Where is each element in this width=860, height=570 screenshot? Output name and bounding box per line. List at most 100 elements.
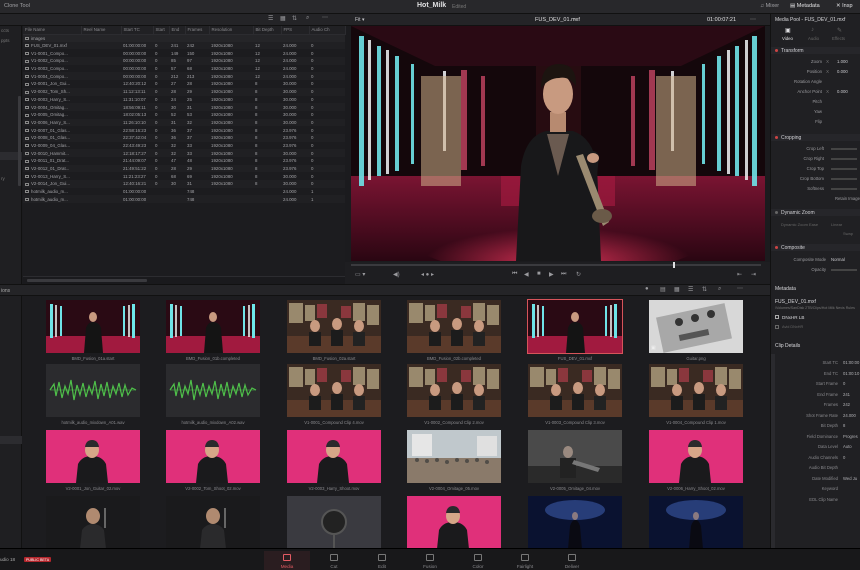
page-tab-color[interactable]: Color <box>455 551 501 570</box>
table-horizontal-scrollbar[interactable] <box>23 276 345 284</box>
page-tab-fairlight[interactable]: Fairlight <box>502 551 548 570</box>
clip-thumbnail[interactable] <box>166 300 260 353</box>
search-icon[interactable]: ⌕ <box>306 15 309 22</box>
effects-tab-icon[interactable]: ✎ <box>837 27 842 34</box>
mark-out-icon[interactable]: ⇥ <box>751 271 756 278</box>
sort-icon[interactable]: ⇅ <box>292 15 297 22</box>
inspector-tab[interactable]: ✕ Insp <box>836 3 853 9</box>
transform-value-field[interactable]: 1.000 <box>837 59 848 64</box>
dynamic-zoom-section[interactable]: Dynamic Zoom <box>771 209 860 216</box>
retain-image-checkbox[interactable]: Retain Image <box>835 196 860 201</box>
clip-thumbnail[interactable] <box>407 300 501 353</box>
tab-audio[interactable]: Audio <box>808 36 819 41</box>
table-row[interactable]: V2-0004_Omitag... 18:56:09:11 0 30 31 1920x10… <box>23 103 345 111</box>
metadata-tab[interactable]: ▤ Metadata <box>790 3 820 9</box>
clip-thumbnail[interactable] <box>527 299 623 354</box>
clip-thumbnail[interactable] <box>287 300 381 353</box>
table-row[interactable]: V2-0011_01_Drat... 21:44:09:07 0 47 48 1920x1… <box>23 157 345 165</box>
list-view-icon[interactable]: ☰ <box>688 286 693 293</box>
viewer-options-chevron-icon[interactable]: ▾ <box>574 17 577 23</box>
metadata-field-value[interactable]: 24.000 <box>843 413 856 418</box>
tab-effects[interactable]: Effects <box>832 36 845 41</box>
clip-thumbnail[interactable] <box>46 364 140 417</box>
clip-thumbnail[interactable] <box>649 430 743 483</box>
metadata-scrollbar[interactable] <box>771 354 775 554</box>
viewer-layout-icon[interactable]: ▭ ▾ <box>355 271 365 278</box>
clip-thumbnail[interactable] <box>407 364 501 417</box>
go-to-start-icon[interactable]: ⏮ <box>512 271 517 278</box>
page-tab-media[interactable]: Media <box>264 551 310 570</box>
play-reverse-icon[interactable]: ◀ <box>524 271 529 278</box>
table-row[interactable]: V2-0007_01_Glas... 22:58:16:23 0 36 37 1920x1… <box>23 126 345 134</box>
transform-section[interactable]: Transform <box>771 47 860 54</box>
pool-bin-selected[interactable] <box>0 436 22 444</box>
table-row[interactable]: images <box>23 34 345 42</box>
volume-icon[interactable]: ◀) <box>393 271 400 278</box>
bin-item[interactable]: ppts <box>1 38 10 43</box>
column-header[interactable]: Start <box>153 26 170 35</box>
tab-video[interactable]: Video <box>782 36 793 41</box>
column-header[interactable]: FPS <box>281 26 310 35</box>
clone-tool-label[interactable]: Clone Tool <box>4 3 30 9</box>
clip-thumbnail[interactable] <box>528 364 622 417</box>
page-tab-deliver[interactable]: Deliver <box>549 551 595 570</box>
crop-slider[interactable] <box>831 148 857 150</box>
sidebar-scrollbar[interactable] <box>18 96 21 186</box>
table-row[interactable]: V2-0001_Jon_Gui... 12:40:20:12 0 27 28 1920x1… <box>23 80 345 88</box>
metadata-field-value[interactable]: 242 <box>843 402 850 407</box>
page-tab-edit[interactable]: Edit <box>359 551 405 570</box>
jog-indicator-icon[interactable]: ◂ ● ▸ <box>421 271 434 278</box>
video-tab-icon[interactable]: ▣ <box>785 27 791 34</box>
cropping-section[interactable]: Cropping <box>771 134 860 141</box>
metadata-field-value[interactable]: 241 <box>843 392 850 397</box>
clip-thumbnail[interactable] <box>407 496 501 548</box>
column-header[interactable]: Frames <box>185 26 210 35</box>
metadata-field-value[interactable]: Wed Ju <box>843 476 857 481</box>
go-to-end-icon[interactable]: ⏭ <box>561 271 566 278</box>
pool-zoom-slider-icon[interactable]: ● <box>645 286 649 292</box>
clip-thumbnail[interactable] <box>528 496 622 548</box>
bin-item[interactable]: ccts <box>1 28 9 33</box>
zoom-fit-dropdown[interactable]: Fit ▾ <box>355 17 364 23</box>
metadata-field-value[interactable]: Progres <box>843 434 858 439</box>
table-row[interactable]: V2-0008_01_Glas... 22:37:42:04 0 36 37 1920x1… <box>23 133 345 142</box>
column-header[interactable]: End <box>169 26 186 35</box>
clip-thumbnail[interactable] <box>166 364 260 417</box>
clip-thumbnail[interactable] <box>46 300 140 353</box>
play-icon[interactable]: ▶ <box>549 271 554 278</box>
clip-thumbnail[interactable] <box>287 364 381 417</box>
transform-value-field[interactable]: 0.000 <box>837 69 848 74</box>
clip-thumbnail[interactable] <box>166 430 260 483</box>
bin-item[interactable]: ry <box>1 176 5 181</box>
grid-view-icon[interactable]: ▦ <box>280 15 286 22</box>
metadata-field-value[interactable]: 0 <box>843 455 845 460</box>
table-row[interactable]: V1-0002_Compo... 00:00:00:00 0 85 97 1920x108… <box>23 57 345 65</box>
clip-thumbnail[interactable] <box>649 496 743 548</box>
table-row[interactable]: V2-0014_Jon_Gui... 12:40:16:21 0 30 31 1920x1… <box>23 180 345 188</box>
clip-thumbnail[interactable] <box>46 430 140 483</box>
metadata-field-value[interactable]: 01:00:10 <box>843 371 859 376</box>
column-header[interactable]: Bit Depth <box>253 26 282 35</box>
page-tab-cut[interactable]: Cut <box>311 551 357 570</box>
crop-slider[interactable] <box>831 168 857 170</box>
column-header[interactable]: Audio Ch <box>309 26 346 35</box>
metadata-field-value[interactable]: 0 <box>843 381 845 386</box>
table-row[interactable]: hotmilk_audio_m... 01:00:00:00 748 24.000 1 <box>23 188 345 196</box>
clip-thumbnail[interactable] <box>166 496 260 548</box>
more-options-icon[interactable]: ⋯ <box>737 285 743 292</box>
metadata-view-icon[interactable]: ▤ <box>660 286 666 293</box>
scrubber-track[interactable] <box>351 264 761 266</box>
page-tab-fusion[interactable]: Fusion <box>407 551 453 570</box>
table-row[interactable]: hotmilk_audio_m... 01:00:00:00 748 24.000 1 <box>23 195 345 204</box>
table-row[interactable]: V2-0006_Harry_S... 11:26:10:10 0 31 32 1920x1… <box>23 118 345 127</box>
metadata-field-value[interactable]: Auto <box>843 444 852 449</box>
table-row[interactable]: V2-0002_Tom_Sh... 11:12:13:11 0 28 29 1920x10… <box>23 87 345 96</box>
metadata-field-value[interactable]: 01:00:00 <box>843 360 859 365</box>
mixer-tab[interactable]: ♫ Mixer <box>760 3 779 9</box>
thumbnail-view-icon[interactable]: ▦ <box>674 286 680 293</box>
table-row[interactable]: V1-0001_Compo... 00:00:00:00 0 149 150 1920x1… <box>23 49 345 57</box>
composite-enabled-dot[interactable] <box>775 246 778 249</box>
table-row[interactable]: V2-0003_Harry_S... 11:31:10:07 0 24 25 1920x1… <box>23 96 345 104</box>
dynamic-zoom-dot[interactable] <box>775 211 778 214</box>
crop-slider[interactable] <box>831 178 857 180</box>
